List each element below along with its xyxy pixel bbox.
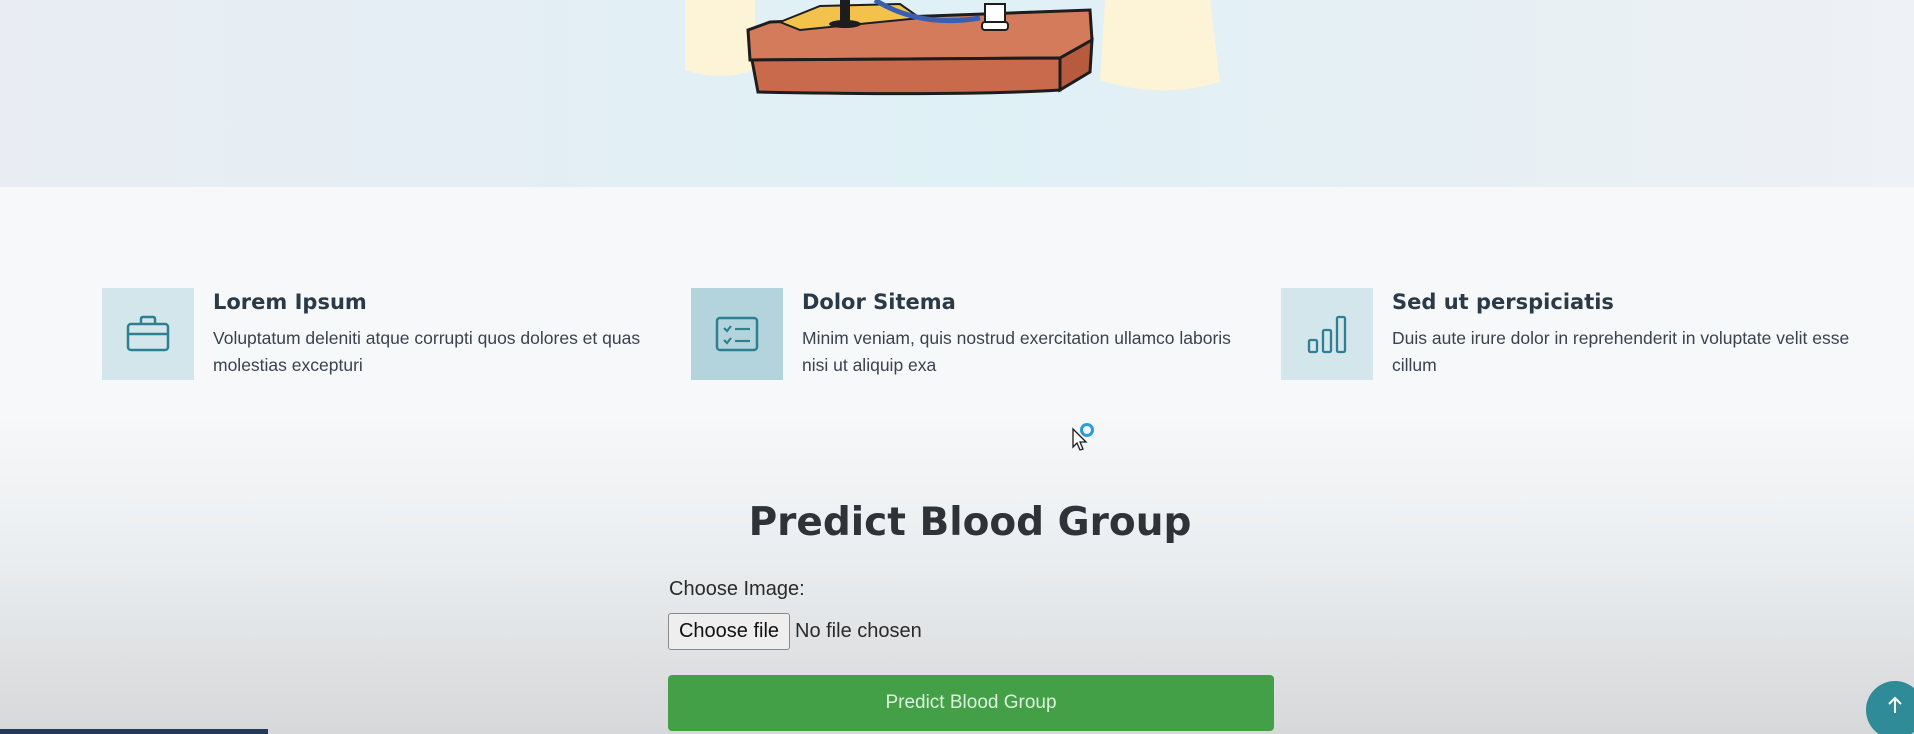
section-title: Predict Blood Group: [748, 500, 1192, 545]
file-status-text: No file chosen: [795, 620, 922, 642]
predict-blood-group-button[interactable]: Predict Blood Group: [668, 675, 1274, 731]
features-row: Lorem Ipsum Voluptatum deleniti atque co…: [0, 288, 1914, 384]
checklist-icon: [715, 316, 759, 352]
feature-description: Duis aute irure dolor in reprehenderit i…: [1392, 328, 1850, 375]
feature-icon-box: [102, 288, 194, 380]
feature-icon-box: [691, 288, 783, 380]
bar-chart-icon: [1307, 315, 1347, 354]
feature-card-dolor-sitema: Dolor Sitema Minim veniam, quis nostrud …: [691, 288, 1251, 384]
feature-title: Sed ut perspiciatis: [1392, 290, 1614, 314]
briefcase-icon: [126, 315, 170, 352]
predict-section: Predict Blood Group Choose Image: Choose…: [0, 410, 1914, 734]
choose-file-button[interactable]: Choose file: [668, 613, 790, 650]
arrow-up-icon: [1888, 696, 1902, 713]
feature-title: Dolor Sitema: [802, 290, 956, 314]
hero-illustration: [685, 0, 1220, 96]
bottom-edge-bar: [0, 729, 268, 734]
feature-description: Voluptatum deleniti atque corrupti quos …: [213, 328, 641, 375]
feature-card-lorem-ipsum: Lorem Ipsum Voluptatum deleniti atque co…: [102, 288, 662, 384]
feature-icon-box: [1281, 288, 1373, 380]
feature-description: Minim veniam, quis nostrud exercitation …: [802, 328, 1231, 375]
feature-card-sed-ut-perspiciatis: Sed ut perspiciatis Duis aute irure dolo…: [1281, 288, 1849, 384]
back-to-top-button[interactable]: [1866, 681, 1914, 734]
mouse-cursor-icon: [1072, 423, 1094, 451]
choose-image-label: Choose Image:: [669, 578, 805, 600]
hero-banner: [0, 0, 1914, 187]
feature-title: Lorem Ipsum: [213, 290, 367, 314]
